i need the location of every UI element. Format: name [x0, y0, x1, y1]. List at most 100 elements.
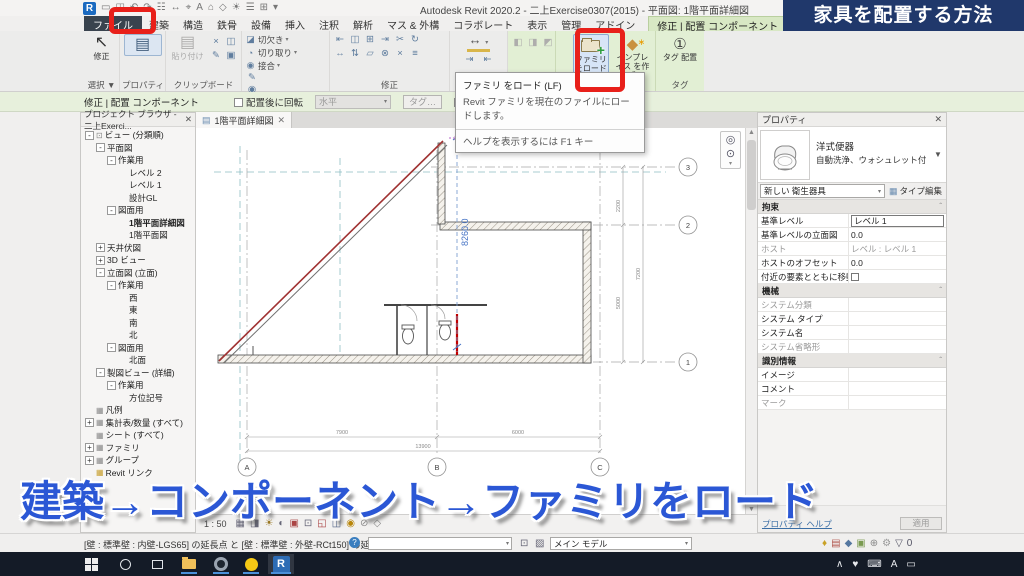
cope-button[interactable]: ◪ 切欠き ▾	[245, 33, 288, 46]
browser-item[interactable]: 南	[81, 317, 195, 330]
panel-label-modify[interactable]: 修正	[330, 79, 449, 91]
ribbon-tab[interactable]: 鉄骨	[210, 16, 244, 32]
property-value[interactable]	[848, 396, 946, 409]
browser-item[interactable]: - 作業用	[81, 379, 195, 392]
property-value[interactable]: レベル : レベル 1	[848, 242, 946, 255]
ribbon-tab[interactable]: マス & 外構	[380, 16, 446, 32]
revit-app-menu-icon[interactable]: R	[83, 1, 96, 15]
touch-keyboard-icon[interactable]: ⌨	[867, 559, 881, 570]
browser-item[interactable]: 設計GL	[81, 192, 195, 205]
text-icon[interactable]: A	[196, 1, 203, 15]
type-selector[interactable]: 新しい 衛生器具 ▾	[760, 184, 885, 198]
status-help-icon[interactable]: ?	[349, 537, 360, 548]
browser-item[interactable]: - 作業用	[81, 279, 195, 292]
task-view-button[interactable]	[146, 554, 168, 574]
switch-windows-icon[interactable]: ⊞	[260, 1, 268, 15]
toilet-partitions[interactable]	[384, 304, 487, 355]
browser-item[interactable]: +3D ビュー	[81, 254, 195, 267]
browser-item[interactable]: - 図面用	[81, 342, 195, 355]
browser-item[interactable]: - 図面用	[81, 204, 195, 217]
thin-lines-icon[interactable]: ☰	[246, 1, 255, 15]
aligned-dimension-icon[interactable]: ⌖	[186, 1, 192, 15]
property-value[interactable]: 0.0	[848, 256, 946, 269]
place-on-face-icon[interactable]: ◨	[526, 37, 540, 49]
browser-item[interactable]: レベル 2	[81, 167, 195, 180]
sun-study-icon[interactable]: ☀	[232, 1, 241, 15]
tab-contextual-modify-place-component[interactable]: 修正 | 配置 コンポーネント	[648, 16, 788, 33]
split-icon[interactable]: ✂	[393, 34, 407, 46]
tag-on-placement-button[interactable]: ① タグ 配置	[660, 34, 700, 62]
rotate-after-placement-checkbox[interactable]: 配置後に回転	[234, 95, 303, 109]
expand-icon[interactable]: +	[85, 455, 94, 465]
checkbox-icon[interactable]	[851, 272, 859, 281]
ime-mode-icon[interactable]: A	[891, 559, 898, 570]
scale-icon[interactable]: ▱	[363, 48, 377, 60]
exclude-options-icon[interactable]: ⊕	[870, 537, 878, 550]
section-icon[interactable]: ◇	[219, 1, 227, 15]
property-value[interactable]	[848, 368, 946, 381]
action-center-icon[interactable]: ▭	[906, 559, 915, 570]
expand-icon[interactable]: +	[85, 443, 94, 453]
tags-button[interactable]: タグ…	[403, 94, 443, 109]
collapse-section-icon[interactable]: ˆ	[939, 356, 942, 365]
edit-type-button[interactable]: ▦ タイプ編集	[887, 184, 944, 198]
ribbon-tab[interactable]: アドイン	[588, 16, 642, 32]
design-options-icon[interactable]: ▨	[535, 538, 544, 550]
chevron-down-icon[interactable]: ▾	[729, 161, 732, 167]
pinned-elements-icon[interactable]: ▣	[856, 537, 865, 550]
browser-item[interactable]: 北	[81, 329, 195, 342]
property-value[interactable]	[848, 298, 946, 311]
open-icon[interactable]: ▭	[101, 1, 110, 15]
delete-icon[interactable]: ×	[393, 48, 407, 60]
obs-button[interactable]	[210, 554, 232, 574]
property-value[interactable]	[848, 326, 946, 339]
expand-icon[interactable]: +	[85, 418, 94, 428]
design-option-select[interactable]: メイン モデル ▾	[550, 537, 692, 550]
property-section-header[interactable]: 拘束 ˆ	[758, 200, 946, 214]
browser-item[interactable]: ▦ シート (すべて)	[81, 429, 195, 442]
trim-icon[interactable]: ⊗	[378, 48, 392, 60]
cortana-button[interactable]	[114, 554, 136, 574]
collapse-icon[interactable]: -	[107, 380, 116, 390]
browser-item[interactable]: レベル 1	[81, 179, 195, 192]
collapse-icon[interactable]: -	[96, 143, 105, 153]
properties-button[interactable]: ▤	[123, 34, 162, 56]
place-on-workplane-icon[interactable]: ◩	[541, 37, 555, 49]
collapse-icon[interactable]: -	[85, 130, 94, 140]
cut-geometry-button[interactable]: ◔ 切り取り ▾	[245, 46, 297, 59]
type-preview[interactable]: 洋式便器 自動洗浄、ウォシュレット付 ▼	[758, 127, 946, 183]
browser-item[interactable]: - 製図ビュー (詳細)	[81, 367, 195, 380]
browser-item[interactable]: + 天井伏図	[81, 242, 195, 255]
property-value[interactable]	[848, 340, 946, 353]
worksets-icon[interactable]: ⊡	[520, 538, 528, 550]
ribbon-tab[interactable]: 挿入	[278, 16, 312, 32]
3d-view-icon[interactable]: ⌂	[208, 1, 214, 15]
collapse-icon[interactable]: -	[107, 343, 116, 353]
pin-icon[interactable]: ≡	[408, 48, 422, 60]
activate-dimensions-icon[interactable]: ⇤	[481, 54, 495, 66]
paste-button[interactable]: ▤ 貼り付け	[169, 34, 206, 61]
property-value[interactable]: 0.0	[848, 228, 946, 241]
ribbon-tab[interactable]: 構造	[176, 16, 210, 32]
scrollbar-thumb[interactable]	[747, 140, 756, 210]
close-icon[interactable]: ✕	[185, 114, 192, 125]
drawing-canvas[interactable]: 3 2 1 A B C 2200 5000 7200 7900 6000 139…	[196, 128, 745, 514]
panel-label-select[interactable]: 選択 ▼	[84, 79, 119, 91]
collapse-icon[interactable]: -	[96, 268, 105, 278]
ribbon-tab[interactable]: 管理	[554, 16, 588, 32]
measure-icon[interactable]: ↔	[171, 1, 181, 15]
close-icon[interactable]: ✕	[934, 114, 942, 125]
redo-icon[interactable]: ↷	[143, 1, 151, 15]
property-section-header[interactable]: 識別情報 ˆ	[758, 354, 946, 368]
ribbon-tab[interactable]: 建築	[142, 16, 176, 32]
scroll-up-icon[interactable]: ▲	[748, 129, 755, 136]
ribbon-tab[interactable]: 表示	[520, 16, 554, 32]
browser-item[interactable]: - 立面図 (立面)	[81, 267, 195, 280]
browser-item[interactable]: + ▦ 集計表/数量 (すべて)	[81, 417, 195, 430]
tab-file[interactable]: ファイル	[84, 16, 142, 32]
ribbon-tab[interactable]: コラボレート	[446, 16, 520, 32]
temporary-dimension-value[interactable]: 8260.0	[460, 218, 470, 246]
mirror-icon[interactable]: ⊞	[363, 34, 377, 46]
place-on-vertical-face-icon[interactable]: ◧	[511, 37, 525, 49]
undo-icon[interactable]: ↶	[130, 1, 138, 15]
